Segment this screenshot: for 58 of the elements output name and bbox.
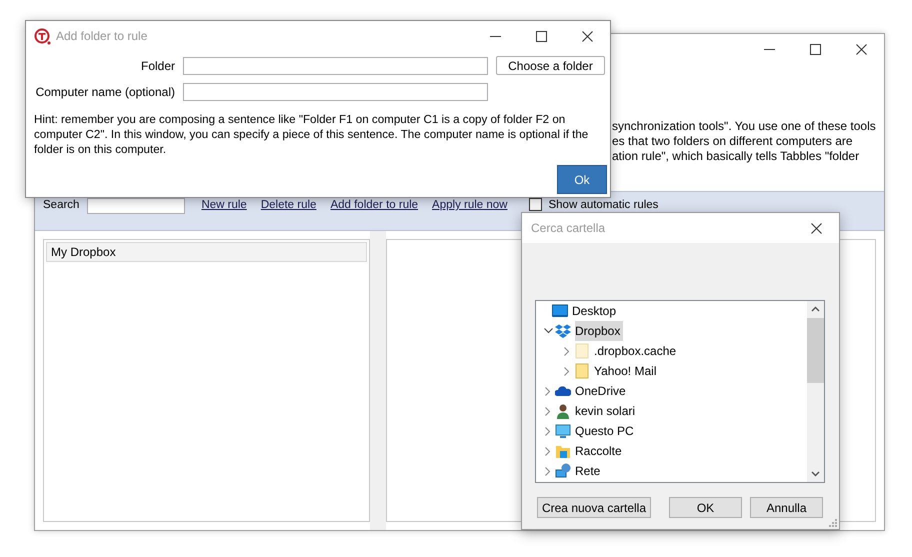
chevron-right-icon[interactable] bbox=[545, 446, 551, 456]
hint-text: Hint: remember you are composing a sentence like "Folder F1 on computer C1 is a copy of folder F2 on computer C2". In this window, you can specify a piece of this sentence. The computer name is optional if the folder is on this computer. bbox=[33, 112, 590, 157]
checkbox-label: Show automatic rules bbox=[548, 198, 658, 212]
search-field[interactable] bbox=[87, 198, 186, 214]
field-label: Computer name (optional) bbox=[34, 85, 175, 99]
chevron-right-icon[interactable] bbox=[564, 346, 570, 356]
computer-icon bbox=[555, 423, 571, 439]
chevron-right-icon[interactable] bbox=[545, 466, 551, 476]
tree-item[interactable]: Rete bbox=[575, 461, 604, 481]
description-line: synchronization tools". You use one of these tools bbox=[612, 119, 877, 134]
library-icon bbox=[555, 443, 571, 459]
network-icon bbox=[555, 463, 571, 479]
user-icon bbox=[555, 403, 571, 419]
rule-item[interactable]: My Dropbox bbox=[46, 242, 367, 262]
folder-icon bbox=[574, 363, 590, 379]
input-field[interactable] bbox=[183, 83, 488, 101]
close-icon[interactable] bbox=[856, 44, 866, 54]
close-icon[interactable] bbox=[582, 30, 592, 42]
toolbar-link[interactable]: Delete rule bbox=[260, 198, 316, 212]
resize-grip-icon[interactable] bbox=[828, 518, 837, 527]
close-icon[interactable] bbox=[810, 222, 822, 234]
input-field[interactable] bbox=[183, 56, 488, 74]
logo-icon bbox=[34, 28, 51, 44]
toolbar-link[interactable]: Add folder to rule bbox=[330, 198, 418, 212]
toolbar-link[interactable]: Apply rule now bbox=[432, 198, 508, 212]
chevron-right-icon[interactable] bbox=[545, 426, 551, 436]
chevron-right-icon[interactable] bbox=[545, 406, 551, 416]
ok-button[interactable]: Ok bbox=[557, 165, 607, 194]
maximize-icon[interactable] bbox=[810, 44, 820, 54]
tree-item[interactable]: OneDrive bbox=[575, 381, 629, 401]
field-label: Folder bbox=[140, 58, 175, 72]
window-title: Cerca cartella bbox=[530, 221, 606, 235]
checkbox[interactable] bbox=[529, 198, 542, 211]
description-line: es that two folders on different computers are bbox=[612, 134, 854, 149]
monitor-icon bbox=[552, 303, 568, 319]
tree-item[interactable]: .dropbox.cache bbox=[594, 341, 680, 361]
search-label: Search bbox=[43, 198, 80, 212]
dialog-button[interactable]: Annulla bbox=[750, 497, 823, 518]
dialog-button[interactable]: Crea nuova cartella bbox=[537, 497, 651, 518]
chevron-right-icon[interactable] bbox=[564, 366, 570, 376]
tree-item[interactable]: Desktop bbox=[572, 301, 620, 321]
dropbox-icon bbox=[555, 323, 571, 339]
description-line: ation rule", which basically tells Tabbles "folder bbox=[612, 149, 860, 164]
choose-folder-button[interactable]: Choose a folder bbox=[496, 56, 605, 75]
scroll-thumb[interactable] bbox=[807, 318, 824, 383]
window-title: Add folder to rule bbox=[56, 29, 148, 43]
chevron-down-icon[interactable] bbox=[544, 328, 552, 334]
scrollbar[interactable] bbox=[807, 301, 824, 482]
tree-item[interactable]: Raccolte bbox=[575, 441, 625, 461]
toolbar-link[interactable]: New rule bbox=[201, 198, 247, 212]
tree-item[interactable]: Yahoo! Mail bbox=[594, 361, 660, 381]
dialog-button[interactable]: OK bbox=[669, 497, 742, 518]
tree-item[interactable]: Dropbox bbox=[575, 321, 624, 341]
chevron-right-icon[interactable] bbox=[545, 386, 551, 396]
tree-item[interactable]: Questo PC bbox=[575, 421, 637, 441]
maximize-icon[interactable] bbox=[536, 30, 546, 42]
tree-item[interactable]: kevin solari bbox=[575, 401, 638, 421]
folder-icon bbox=[574, 343, 590, 359]
